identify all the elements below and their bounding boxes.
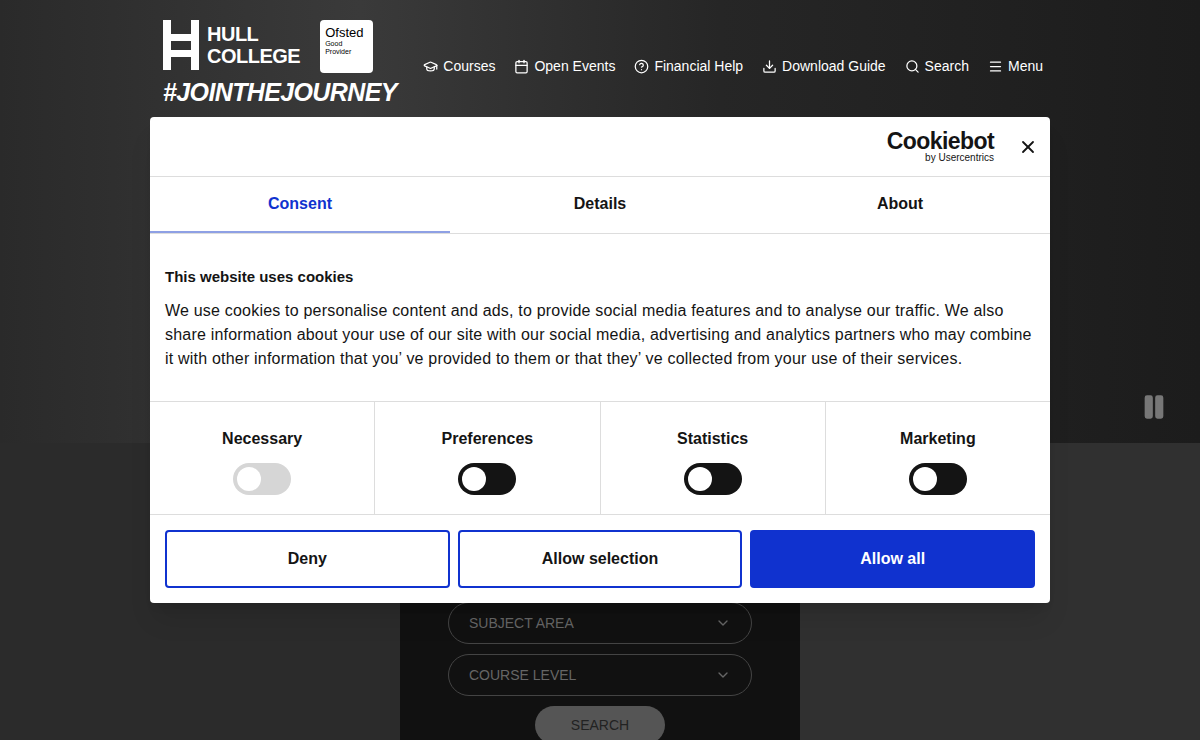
consent-button[interactable]: Allow selection <box>458 530 743 588</box>
nav-item[interactable]: Open Events <box>514 56 615 77</box>
chevron-down-icon <box>715 615 731 631</box>
dialog-tabs: ConsentDetailsAbout <box>150 177 1050 234</box>
chevron-down-icon <box>715 667 731 683</box>
tab[interactable]: About <box>750 177 1050 233</box>
close-icon[interactable] <box>1018 137 1038 157</box>
toggle-cell: Statistics <box>601 402 826 514</box>
toggle-switch[interactable] <box>458 463 516 495</box>
dialog-buttons: DenyAllow selectionAllow all <box>150 515 1050 603</box>
consent-button[interactable]: Deny <box>165 530 450 588</box>
toggle-cell: Marketing <box>826 402 1050 514</box>
cookie-dialog: Cookiebotby Usercentrics ConsentDetailsAb… <box>150 117 1050 603</box>
consent-button[interactable]: Allow all <box>750 530 1035 588</box>
search-button[interactable]: SEARCH <box>535 706 665 740</box>
select-field[interactable]: COURSE LEVEL <box>448 654 752 696</box>
nav-item[interactable]: Search <box>905 56 969 77</box>
nav-item[interactable]: Financial Help <box>634 56 743 77</box>
dialog-title: This website uses cookies <box>165 266 1035 289</box>
search-icon <box>905 59 920 74</box>
page: SUBJECT AREA COURSE LEVEL SEARCH HULLCOLLEG… <box>0 0 1200 740</box>
toggle-cell: Necessary <box>150 402 375 514</box>
toggle-cell: Preferences <box>375 402 600 514</box>
hashtag: #JOINTHEJOURNEY <box>163 79 397 105</box>
nav-item[interactable]: Courses <box>423 56 495 77</box>
dialog-content: This website uses cookies We use cookies … <box>150 234 1050 401</box>
cookiebot-logo: Cookiebotby Usercentrics <box>887 130 994 163</box>
toggle-row: NecessaryPreferencesStatisticsMarketing <box>150 401 1050 515</box>
ofsted-badge: OfstedGoodProvider <box>320 20 373 73</box>
toggle-switch[interactable] <box>909 463 967 495</box>
tab[interactable]: Details <box>450 177 750 233</box>
calendar-icon <box>514 59 529 74</box>
toggle-switch[interactable] <box>684 463 742 495</box>
main-nav: Courses Open Events Financial Help Download… <box>423 20 1043 77</box>
dialog-body: We use cookies to personalise content an… <box>165 299 1035 371</box>
pause-icon[interactable] <box>1140 393 1168 421</box>
tab[interactable]: Consent <box>150 177 450 233</box>
graduation-cap-icon <box>423 59 438 74</box>
site-header: HULLCOLLEGE OfstedGoodProvider #JOINTHEJOU… <box>163 20 1043 105</box>
logo[interactable]: HULLCOLLEGE OfstedGoodProvider #JOINTHEJOU… <box>163 20 397 105</box>
menu-icon <box>988 59 1003 74</box>
nav-item[interactable]: Download Guide <box>762 56 886 77</box>
dialog-header: Cookiebotby Usercentrics <box>150 117 1050 177</box>
select-field[interactable]: SUBJECT AREA <box>448 602 752 644</box>
college-mark-icon <box>163 20 199 70</box>
download-icon <box>762 59 777 74</box>
nav-item[interactable]: Menu <box>988 56 1043 77</box>
logo-text: HULLCOLLEGE <box>207 23 300 67</box>
toggle-switch <box>233 463 291 495</box>
help-icon <box>634 59 649 74</box>
